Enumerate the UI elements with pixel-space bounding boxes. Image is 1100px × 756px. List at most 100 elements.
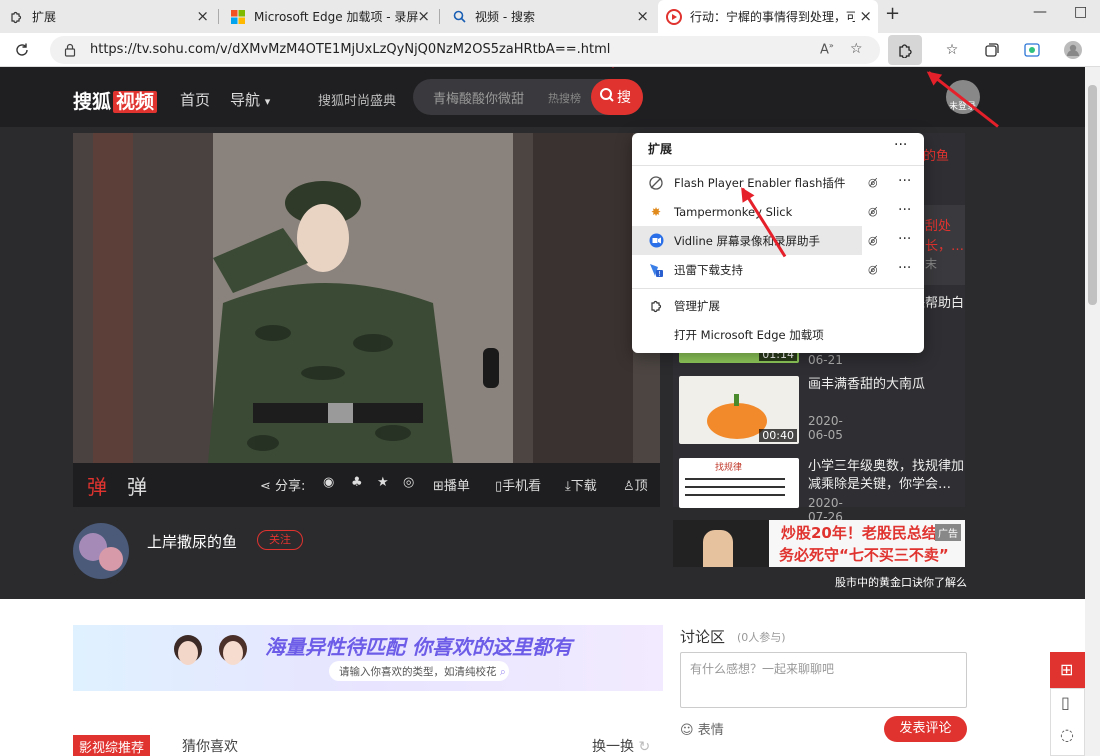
lock-icon[interactable]	[64, 42, 76, 61]
search-icon	[451, 9, 467, 25]
ad-tag: 广告	[935, 524, 961, 541]
popup-more-button[interactable]: ···	[894, 137, 907, 153]
extensions-button[interactable]	[888, 35, 922, 65]
participant-count: (0人参与)	[737, 631, 786, 644]
manage-extensions[interactable]: 管理扩展	[632, 291, 924, 320]
tab-video-search[interactable]: 视频 - 搜索 ×	[443, 0, 655, 33]
page-scrollbar[interactable]	[1085, 67, 1100, 756]
search-icon	[599, 87, 615, 107]
more-icon[interactable]: ···	[898, 173, 911, 189]
extension-item-thunder[interactable]: ! 迅雷下载支持 ◎̸ ···	[632, 255, 924, 284]
favorite-add-icon[interactable]: ☆	[850, 41, 863, 57]
more-icon[interactable]: ···	[898, 202, 911, 218]
uploader-name[interactable]: 上岸撒尿的鱼	[147, 531, 237, 552]
close-tab-icon[interactable]: ×	[636, 8, 649, 24]
hidden-eye-icon[interactable]: ◎̸	[868, 234, 878, 247]
mobile-button[interactable]: ▯手机看	[495, 475, 541, 494]
vidline-icon	[648, 233, 664, 249]
close-tab-icon[interactable]: ×	[196, 8, 209, 24]
close-tab-icon[interactable]: ×	[417, 8, 430, 24]
more-icon[interactable]: ···	[898, 260, 911, 276]
video-player[interactable]	[73, 133, 660, 463]
nav-home[interactable]: 首页	[180, 89, 210, 110]
tab-addons[interactable]: Microsoft Edge 加载项 - 录屏 ×	[222, 0, 436, 33]
flash-icon	[648, 175, 664, 191]
follow-button[interactable]: 关注	[257, 530, 303, 550]
edge-bar-icon[interactable]	[1022, 40, 1042, 60]
comment-input[interactable]: 有什么感想？一起来聊聊吧	[680, 652, 967, 708]
play-icon	[666, 8, 682, 25]
popup-title: 扩展	[648, 142, 673, 156]
uploader-avatar[interactable]	[73, 523, 129, 579]
tab-title: 行动：宁樨的事情得到处理，可以	[690, 10, 855, 24]
address-bar: https://tv.sohu.com/v/dXMvMzM4OTE1MjUxLz…	[0, 33, 1100, 67]
more-icon[interactable]: ···	[898, 231, 911, 247]
feedback-icon[interactable]: ◌	[1060, 725, 1074, 744]
scroll-thumb[interactable]	[1088, 85, 1097, 305]
refresh-button[interactable]: 换一换 ↻	[592, 736, 650, 756]
ad-banner[interactable]: 炒股20年！老股民总结 务必死守“七不买三不卖” 广告	[673, 520, 965, 567]
weibo-icon[interactable]: ◎	[403, 475, 414, 490]
read-aloud-icon[interactable]: A»	[820, 41, 834, 57]
search-icon: ⌕	[499, 666, 506, 678]
thumb-up-icon: ♙	[623, 479, 635, 494]
discussion-title: 讨论区	[680, 628, 726, 646]
web-page: 搜狐 视频 首页 导航 ▾ 搜狐时尚盛典 青梅酸酸你微甜 热搜榜 搜 未登录 弹…	[0, 67, 1085, 756]
site-logo[interactable]: 搜狐 视频	[73, 87, 158, 114]
tab-active-video[interactable]: 行动：宁樨的事情得到处理，可以 ×	[658, 0, 878, 33]
emoji-button[interactable]: ☺ 表情	[680, 719, 724, 738]
refresh-icon[interactable]	[12, 40, 32, 60]
nav-guide[interactable]: 导航 ▾	[230, 89, 270, 110]
open-edge-addons[interactable]: 打开 Microsoft Edge 加载项	[632, 320, 924, 349]
side-toolbar: ▯ ◌	[1050, 688, 1085, 756]
favorites-icon[interactable]: ☆	[942, 40, 962, 60]
search-input[interactable]: 青梅酸酸你微甜	[433, 88, 524, 107]
url-text: https://tv.sohu.com/v/dXMvMzM4OTE1MjUxLz…	[90, 42, 611, 57]
puzzle-icon	[8, 9, 24, 25]
hidden-eye-icon[interactable]: ◎̸	[868, 205, 878, 218]
qq-icon[interactable]: ♣	[351, 475, 363, 490]
profile-avatar-icon[interactable]	[1063, 40, 1083, 60]
wechat-icon[interactable]: ◉	[323, 475, 334, 490]
extension-item-tampermonkey[interactable]: ✸ Tampermonkey Slick ◎̸ ···	[632, 197, 924, 226]
hidden-eye-icon[interactable]: ◎̸	[868, 176, 878, 189]
danmu-settings[interactable]: 弹	[127, 471, 147, 500]
close-tab-icon[interactable]: ×	[859, 8, 872, 24]
gift-button[interactable]: ⊞	[1050, 652, 1085, 688]
thunder-icon: !	[648, 262, 664, 278]
svg-text:!: !	[658, 270, 661, 278]
tab-title: 视频 - 搜索	[475, 10, 535, 24]
tab-title: Microsoft Edge 加载项 - 录屏	[254, 10, 419, 24]
tab-guess[interactable]: 猜你喜欢	[182, 736, 238, 756]
url-field[interactable]: https://tv.sohu.com/v/dXMvMzM4OTE1MjUxLz…	[50, 36, 880, 64]
promo-banner[interactable]: 海量异性待匹配 你喜欢的这里都有 请输入你喜欢的类型，如清纯校花 ⌕	[73, 625, 663, 691]
banner-search[interactable]: 请输入你喜欢的类型，如清纯校花 ⌕	[329, 661, 509, 681]
puzzle-icon	[897, 42, 913, 62]
submit-comment-button[interactable]: 发表评论	[884, 716, 967, 742]
extension-item-vidline[interactable]: Vidline 屏幕录像和录屏助手 ◎̸ ···	[632, 226, 924, 255]
maximize-button[interactable]: □	[1074, 4, 1087, 20]
ad-caption[interactable]: 股市中的黄金口诀你了解么	[835, 574, 967, 590]
plus-box-icon: ⊞	[433, 479, 444, 494]
tab-recommend[interactable]: 影视综推荐	[73, 735, 151, 756]
collections-icon[interactable]	[982, 40, 1002, 60]
minimize-button[interactable]: —	[1033, 4, 1047, 20]
puzzle-icon	[648, 298, 664, 314]
player-controls: 弹 弹 ⋖ 分享: ◉ ♣ ★ ◎ ⊞播单 ▯手机看 ⤓下载 ♙顶	[73, 463, 660, 507]
hidden-eye-icon[interactable]: ◎̸	[868, 263, 878, 276]
new-tab-button[interactable]: +	[885, 3, 900, 24]
fashion-link[interactable]: 搜狐时尚盛典	[318, 90, 396, 109]
refresh-icon: ↻	[638, 739, 651, 755]
tab-extensions[interactable]: 扩展 ×	[0, 0, 215, 33]
star-icon[interactable]: ★	[377, 475, 389, 490]
download-button[interactable]: ⤓下载	[565, 475, 597, 494]
mobile-icon[interactable]: ▯	[1061, 693, 1070, 712]
hot-search-label: 热搜榜	[548, 92, 581, 105]
tampermonkey-icon: ✸	[650, 204, 662, 219]
playlist-button[interactable]: ⊞播单	[433, 475, 470, 494]
like-button[interactable]: ♙顶	[623, 475, 648, 494]
extension-item-flash[interactable]: Flash Player Enabler flash插件 ◎̸ ···	[632, 168, 924, 197]
search-button[interactable]: 搜	[591, 79, 643, 115]
danmu-toggle[interactable]: 弹	[87, 471, 107, 500]
video-frame-image	[73, 133, 660, 463]
